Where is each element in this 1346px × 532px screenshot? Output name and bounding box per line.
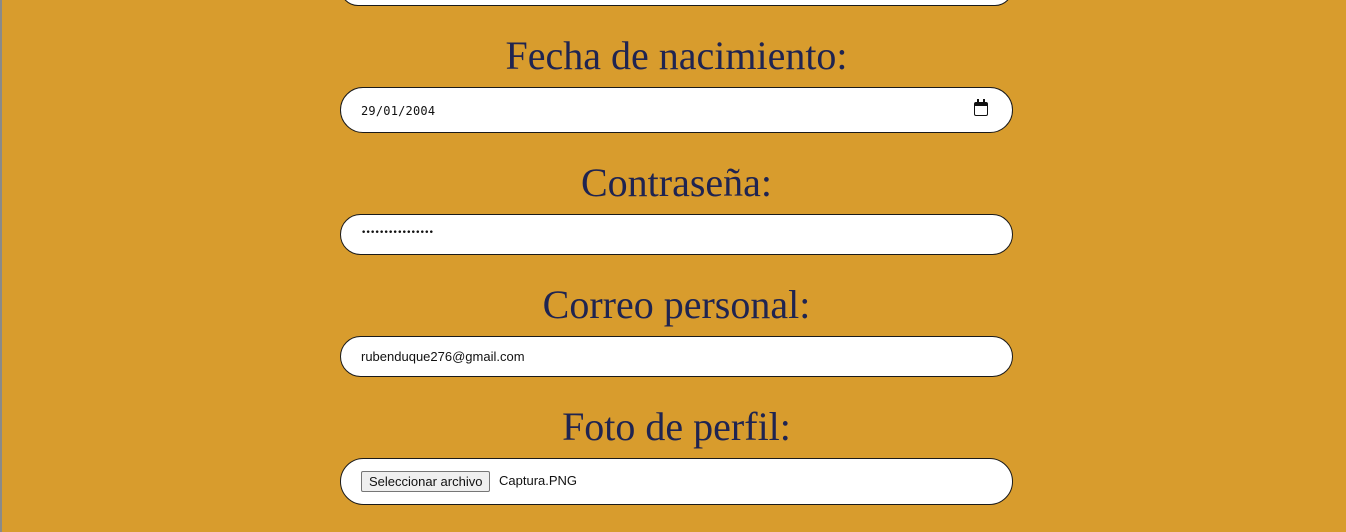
password-field[interactable]: •••••••••••••••• <box>340 214 1013 255</box>
password-label: Contraseña: <box>580 160 773 205</box>
profile-photo-label: Foto de perfil: <box>562 404 791 449</box>
birth-date-value: 29/01/2004 <box>361 104 436 118</box>
selected-file-name: Captura.PNG <box>499 473 578 488</box>
email-field[interactable]: rubenduque276@gmail.com <box>340 336 1013 377</box>
email-value: rubenduque276@gmail.com <box>361 349 525 364</box>
profile-photo-field[interactable]: Seleccionar archivo Captura.PNG <box>340 458 1013 505</box>
birth-date-label: Fecha de nacimiento: <box>505 33 848 78</box>
birth-date-field[interactable]: 29/01/2004 <box>340 87 1013 133</box>
calendar-icon[interactable] <box>974 99 988 116</box>
email-label: Correo personal: <box>542 282 811 327</box>
password-value: •••••••••••••••• <box>361 228 434 238</box>
select-file-button[interactable]: Seleccionar archivo <box>361 471 491 492</box>
previous-field-partial[interactable] <box>340 0 1013 6</box>
